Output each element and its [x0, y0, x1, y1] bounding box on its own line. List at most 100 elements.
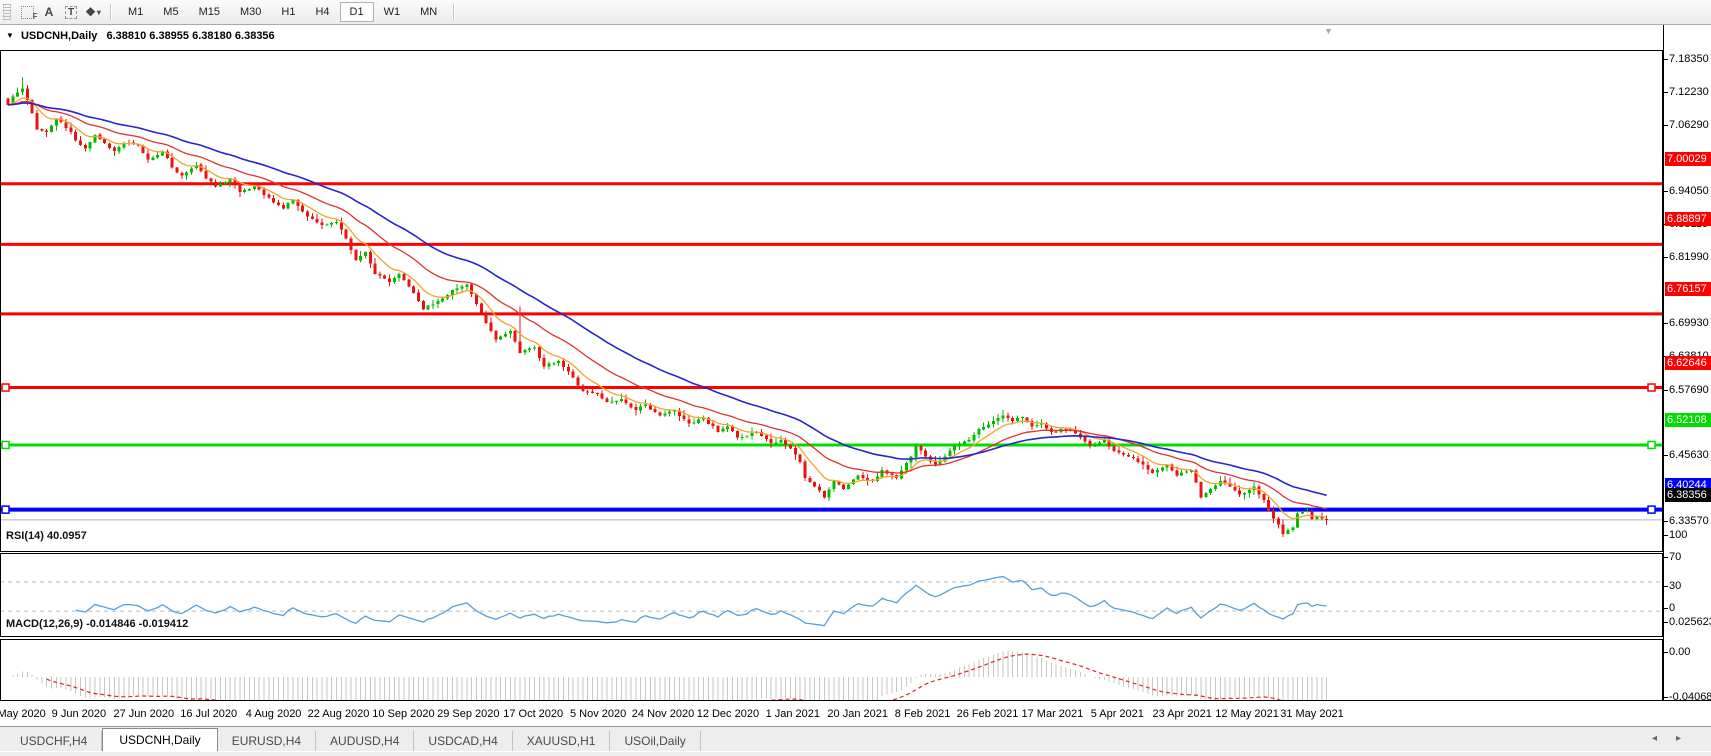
date-tick-label: 20 Jan 2021: [827, 708, 888, 720]
chart-tab-eurusd[interactable]: EURUSD,H4: [218, 731, 316, 752]
date-tick-label: 31 May 2021: [1280, 708, 1344, 720]
toolbar: F A T ❖▾ M1M5M15M30H1H4D1W1MN: [0, 0, 1711, 25]
main-price-panel[interactable]: [0, 50, 1663, 552]
level-price-tag: 6.52108: [1665, 413, 1711, 427]
price-tick-label: 6.57690: [1669, 384, 1709, 397]
level-price-tag: 6.76157: [1665, 282, 1711, 296]
status-bar: [0, 751, 1711, 756]
price-tick-label: 6.45630: [1669, 449, 1709, 462]
font-icon[interactable]: A: [39, 3, 59, 21]
chart-area[interactable]: [0, 25, 1663, 700]
axis-tick: [1664, 622, 1668, 623]
date-tick-label: 17 Oct 2020: [503, 708, 563, 720]
rsi-tick-label: 100: [1669, 529, 1687, 542]
date-axis[interactable]: 21 May 2020 9 Jun 2020 27 Jun 2020 16 Jul 2…: [0, 700, 1711, 727]
chart-tab-usdcnh[interactable]: USDCNH,Daily: [102, 728, 217, 752]
date-tick-label: 21 May 2020: [0, 708, 46, 720]
axis-tick: [1664, 586, 1668, 587]
date-tick-label: 12 Dec 2020: [697, 708, 759, 720]
axis-tick: [1664, 455, 1668, 456]
date-tick-label: 9 Jun 2020: [52, 708, 106, 720]
symbol-period-label: USDCNH,Daily: [21, 30, 97, 42]
price-axis[interactable]: 7.183507.122307.062906.940506.881106.819…: [1663, 25, 1711, 700]
rsi-indicator-label: RSI(14) 40.0957: [6, 530, 87, 542]
chart-tab-usdchf[interactable]: USDCHF,H4: [6, 731, 102, 752]
ohlc-values: 6.38810 6.38955 6.38180 6.38356: [106, 30, 274, 42]
axis-tick: [1664, 390, 1668, 391]
axis-tick: [1664, 125, 1668, 126]
rsi-panel[interactable]: [0, 552, 1663, 638]
date-tick-label: 12 May 2021: [1215, 708, 1279, 720]
price-tick-label: 7.12230: [1669, 86, 1709, 99]
timeframe-button-h4[interactable]: H4: [305, 2, 339, 22]
date-tick-label: 23 Apr 2021: [1153, 708, 1212, 720]
level-price-tag: 6.62646: [1665, 356, 1711, 370]
date-tick-label: 16 Jul 2020: [180, 708, 237, 720]
current-price-tag: 6.38356: [1665, 488, 1711, 502]
date-tick-label: 26 Feb 2021: [957, 708, 1019, 720]
chart-title: ▼ USDCNH,Daily 6.38810 6.38955 6.38180 6…: [6, 30, 275, 42]
axis-tick: [1664, 59, 1668, 60]
timeframe-button-m15[interactable]: M15: [189, 2, 230, 22]
timeframe-group: M1M5M15M30H1H4D1W1MN: [118, 2, 447, 22]
timeframe-button-m30[interactable]: M30: [230, 2, 271, 22]
date-tick-label: 4 Aug 2020: [246, 708, 302, 720]
date-tick-label: 24 Nov 2020: [632, 708, 694, 720]
level-price-tag: 6.88897: [1665, 212, 1711, 226]
date-tick-label: 5 Apr 2021: [1091, 708, 1144, 720]
axis-tick: [1664, 191, 1668, 192]
date-tick-label: 5 Nov 2020: [570, 708, 626, 720]
pattern-f-icon[interactable]: F: [17, 3, 37, 21]
chart-tab-audusd[interactable]: AUDUSD,H4: [316, 731, 414, 752]
price-tick-label: 6.94050: [1669, 185, 1709, 198]
level-price-tag: 7.00029: [1665, 152, 1711, 166]
chart-tab-usdcad[interactable]: USDCAD,H4: [414, 731, 512, 752]
text-label-icon[interactable]: T: [61, 3, 81, 21]
axis-tick: [1664, 521, 1668, 522]
toolbar-separator: [110, 4, 112, 20]
timeframe-button-d1[interactable]: D1: [340, 2, 374, 22]
axis-tick: [1664, 652, 1668, 653]
tab-scroll-right-icon[interactable]: ▸: [1676, 733, 1681, 744]
timeframe-button-w1[interactable]: W1: [374, 2, 411, 22]
axis-tick: [1664, 323, 1668, 324]
chart-tab-bar: USDCHF,H4USDCNH,DailyEURUSD,H4AUDUSD,H4U…: [0, 726, 1711, 752]
axis-tick: [1664, 557, 1668, 558]
macd-indicator-label: MACD(12,26,9) -0.014846 -0.019412: [6, 618, 188, 630]
price-tick-label: 6.33570: [1669, 515, 1709, 528]
timeframe-button-h1[interactable]: H1: [271, 2, 305, 22]
price-tick-label: 6.81990: [1669, 251, 1709, 264]
rsi-tick-label: 70: [1669, 551, 1681, 564]
price-tick-label: 6.69930: [1669, 317, 1709, 330]
chart-shift-marker-icon[interactable]: ▼: [1324, 27, 1333, 36]
price-tick-label: 7.06290: [1669, 119, 1709, 132]
date-tick-label: 17 Mar 2021: [1022, 708, 1084, 720]
chart-tab-usoil[interactable]: USOil,Daily: [610, 731, 700, 752]
objects-icon[interactable]: ❖▾: [83, 3, 103, 21]
axis-tick: [1664, 535, 1668, 536]
toolbar-separator: [453, 4, 455, 20]
date-tick-label: 8 Feb 2021: [895, 708, 951, 720]
axis-tick: [1664, 92, 1668, 93]
axis-tick: [1664, 697, 1668, 698]
timeframe-button-mn[interactable]: MN: [410, 2, 447, 22]
date-tick-label: 22 Aug 2020: [308, 708, 370, 720]
tab-scroll-left-icon[interactable]: ◂: [1652, 733, 1657, 744]
macd-tick-label: 0.00: [1669, 646, 1690, 659]
axis-tick: [1664, 257, 1668, 258]
date-tick-label: 27 Jun 2020: [114, 708, 175, 720]
timeframe-button-m5[interactable]: M5: [153, 2, 188, 22]
macd-tick-label: 0.025623: [1669, 616, 1711, 629]
axis-tick: [1664, 608, 1668, 609]
date-tick-label: 10 Sep 2020: [372, 708, 434, 720]
rsi-tick-label: 0: [1669, 602, 1675, 615]
timeframe-button-m1[interactable]: M1: [118, 2, 153, 22]
date-tick-label: 29 Sep 2020: [437, 708, 499, 720]
collapse-triangle-icon[interactable]: ▼: [6, 31, 14, 40]
date-tick-label: 1 Jan 2021: [766, 708, 820, 720]
dropdown-caret-icon[interactable]: ▾: [97, 8, 101, 17]
toolbar-grip-handle[interactable]: [3, 4, 11, 20]
chart-tab-xauusd[interactable]: XAUUSD,H1: [513, 731, 611, 752]
price-tick-label: 7.18350: [1669, 53, 1709, 66]
rsi-tick-label: 30: [1669, 580, 1681, 593]
